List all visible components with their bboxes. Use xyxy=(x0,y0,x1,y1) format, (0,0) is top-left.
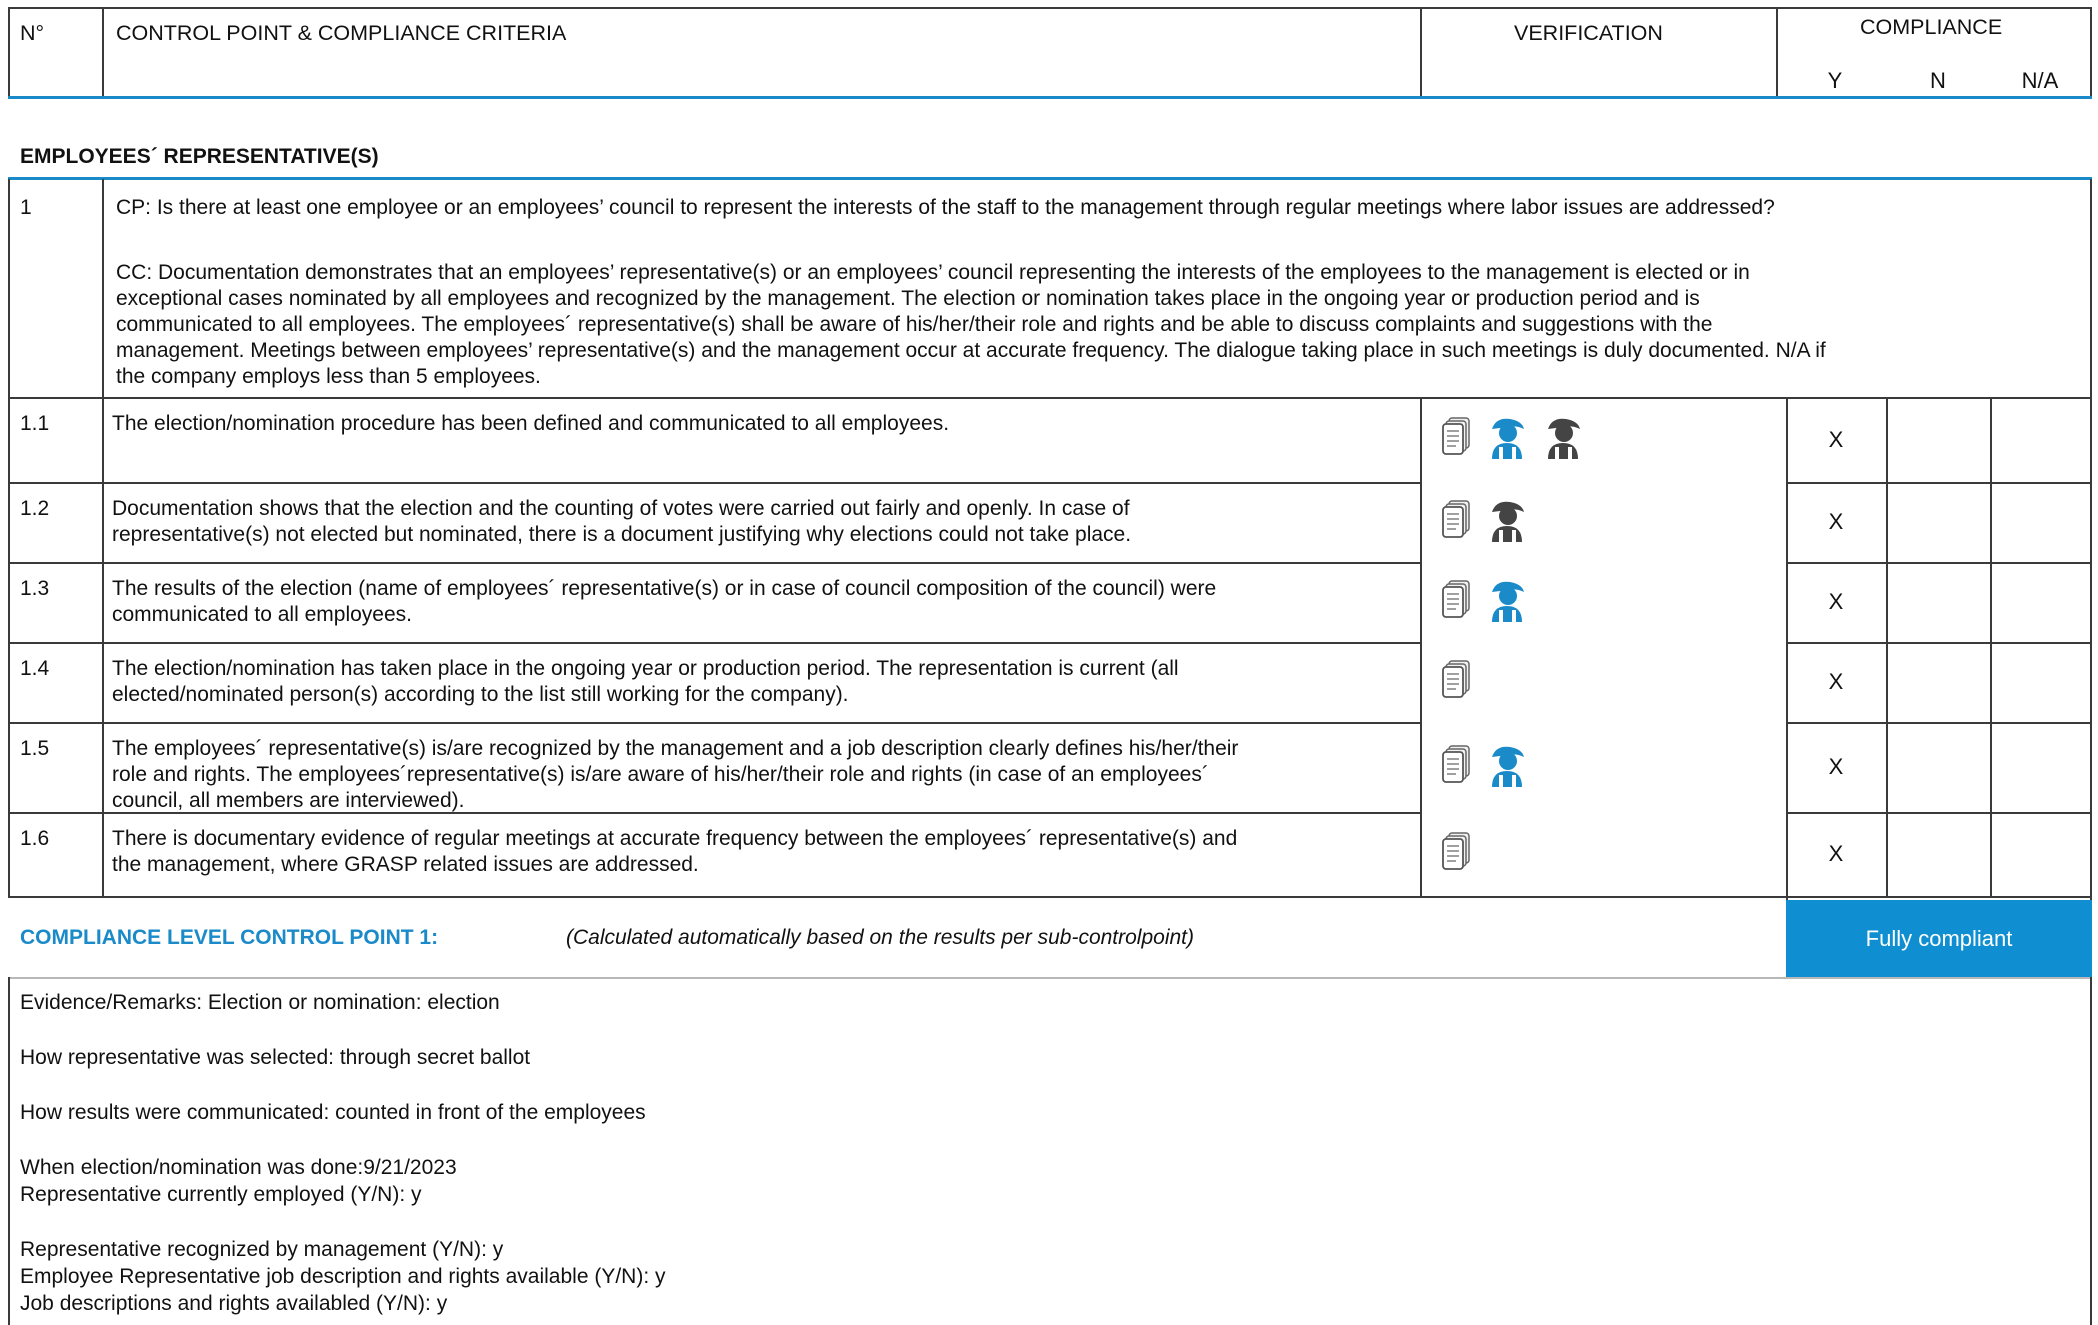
header-divider-1 xyxy=(102,7,104,97)
sub-point-text-line: council, all members are interviewed). xyxy=(112,789,465,812)
row-rule-6 xyxy=(8,896,2092,898)
sub-point-number: 1.6 xyxy=(20,827,50,850)
interview-blue-icon xyxy=(1486,743,1528,792)
header-compliance-label: COMPLIANCE xyxy=(1860,15,2003,39)
sub-point-text-line: The employees´ representative(s) is/are … xyxy=(112,737,1239,760)
row-rule-2b xyxy=(1786,562,2092,564)
document-icon xyxy=(1442,417,1472,462)
sub-point-number: 1.1 xyxy=(20,412,50,435)
col-na-right-border xyxy=(2090,397,2092,977)
cc-bottom-rule xyxy=(8,397,2092,399)
cc-line-4: management. Meetings between employees’ … xyxy=(116,339,1826,362)
verification-icons xyxy=(1442,578,1528,627)
section-title-rule xyxy=(8,177,2092,180)
verification-icons xyxy=(1442,498,1528,547)
cc-line-1: CC: Documentation demonstrates that an e… xyxy=(116,261,1750,284)
compliance-checklist-page: N° CONTROL POINT & COMPLIANCE CRITERIA V… xyxy=(0,0,2098,1325)
cp-number-divider xyxy=(102,179,104,898)
sub-point-text-line: representative(s) not elected but nomina… xyxy=(112,523,1132,546)
sub-point-text-line: elected/nominated person(s) according to… xyxy=(112,683,849,706)
compliance-level-note: (Calculated automatically based on the r… xyxy=(566,926,1195,949)
cp-left-border xyxy=(8,179,10,898)
cc-line-3: communicated to all employees. The emplo… xyxy=(116,313,1713,336)
row-rule-3 xyxy=(8,642,1422,644)
sub-point-text-line: communicated to all employees. xyxy=(112,603,412,626)
section-title: EMPLOYEES´ REPRESENTATIVE(S) xyxy=(20,145,379,168)
remark-election: Evidence/Remarks: Election or nomination… xyxy=(20,991,500,1014)
row-rule-2 xyxy=(8,562,1422,564)
compliance-result-badge: Fully compliant xyxy=(1786,900,2092,977)
header-col-n: N xyxy=(1930,68,1946,93)
control-point-number: 1 xyxy=(20,196,32,219)
sub-point-text-line: Documentation shows that the election an… xyxy=(112,497,1130,520)
cc-line-2: exceptional cases nominated by all emplo… xyxy=(116,287,1700,310)
verification-icons xyxy=(1442,659,1472,705)
verification-icons xyxy=(1442,743,1528,792)
remark-currently-employed: Representative currently employed (Y/N):… xyxy=(20,1183,422,1206)
interview-blue-icon xyxy=(1486,415,1528,464)
document-icon xyxy=(1442,499,1472,545)
compliance-level-label: COMPLIANCE LEVEL CONTROL POINT 1: xyxy=(20,926,439,949)
compliance-bottom-rule xyxy=(8,977,2092,979)
sub-point-text-line: the management, where GRASP related issu… xyxy=(112,853,699,876)
control-point-question: CP: Is there at least one employee or an… xyxy=(116,196,1775,219)
cp-right-border xyxy=(2090,179,2092,399)
right-border xyxy=(2090,7,2092,97)
verification-icons xyxy=(1442,831,1472,877)
sub-point-text-line: role and rights. The employees´represent… xyxy=(112,763,1209,786)
remark-recognized: Representative recognized by management … xyxy=(20,1238,504,1261)
header-col-na: N/A xyxy=(2021,68,2059,93)
sub-point-number: 1.4 xyxy=(20,657,50,680)
header-divider-2 xyxy=(1420,7,1422,97)
header-control-point-label: CONTROL POINT & COMPLIANCE CRITERIA xyxy=(116,21,567,45)
compliance-mark-y[interactable]: X xyxy=(1786,509,1886,535)
row-rule-1b xyxy=(1786,482,2092,484)
sub-point-number: 1.5 xyxy=(20,737,50,760)
sub-point-number: 1.2 xyxy=(20,497,50,520)
remarks-left-border xyxy=(8,977,10,1325)
sub-point-text-line: The results of the election (name of emp… xyxy=(112,577,1217,600)
interview-gray-icon xyxy=(1486,498,1528,547)
interview-blue-icon xyxy=(1486,578,1528,627)
header-bottom-rule xyxy=(8,96,2092,99)
document-icon xyxy=(1442,579,1472,625)
document-icon xyxy=(1442,831,1472,877)
col-y-right-border xyxy=(1886,397,1888,898)
compliance-mark-y[interactable]: X xyxy=(1786,589,1886,615)
col-n-right-border xyxy=(1990,397,1992,898)
compliance-mark-y[interactable]: X xyxy=(1786,669,1886,695)
interview-gray-icon xyxy=(1542,415,1584,464)
document-icon xyxy=(1442,659,1472,705)
sub-point-text-line: The election/nomination has taken place … xyxy=(112,657,1179,680)
row-rule-5b xyxy=(1786,812,2092,814)
sub-point-number: 1.3 xyxy=(20,577,50,600)
compliance-criteria-block: CC: Documentation demonstrates that an e… xyxy=(116,260,2076,390)
remark-selection: How representative was selected: through… xyxy=(20,1046,531,1069)
verification-icons xyxy=(1442,415,1584,464)
row-rule-4b xyxy=(1786,722,2092,724)
remark-communication: How results were communicated: counted i… xyxy=(20,1101,646,1124)
sub-point-text-line: There is documentary evidence of regular… xyxy=(112,827,1238,850)
compliance-mark-y[interactable]: X xyxy=(1786,754,1886,780)
remark-rights-available: Job descriptions and rights availabled (… xyxy=(20,1292,448,1315)
header-number-label: N° xyxy=(20,21,45,45)
header-divider-3 xyxy=(1776,7,1778,97)
left-border xyxy=(8,7,10,97)
compliance-mark-y[interactable]: X xyxy=(1786,427,1886,453)
remark-election-date: When election/nomination was done:9/21/2… xyxy=(20,1156,457,1179)
row-rule-3b xyxy=(1786,642,2092,644)
row-rule-4 xyxy=(8,722,1422,724)
verification-left-border xyxy=(1420,397,1422,898)
header-col-y: Y xyxy=(1827,68,1843,93)
remarks-right-border xyxy=(2090,977,2092,1325)
sub-point-text-line: The election/nomination procedure has be… xyxy=(112,412,950,435)
cc-line-5: the company employs less than 5 employee… xyxy=(116,365,541,388)
top-border xyxy=(8,7,2092,9)
header-verification-label: VERIFICATION xyxy=(1514,21,1663,45)
row-rule-1 xyxy=(8,482,1422,484)
document-icon xyxy=(1442,744,1472,790)
compliance-mark-y[interactable]: X xyxy=(1786,841,1886,867)
remark-job-description: Employee Representative job description … xyxy=(20,1265,666,1288)
